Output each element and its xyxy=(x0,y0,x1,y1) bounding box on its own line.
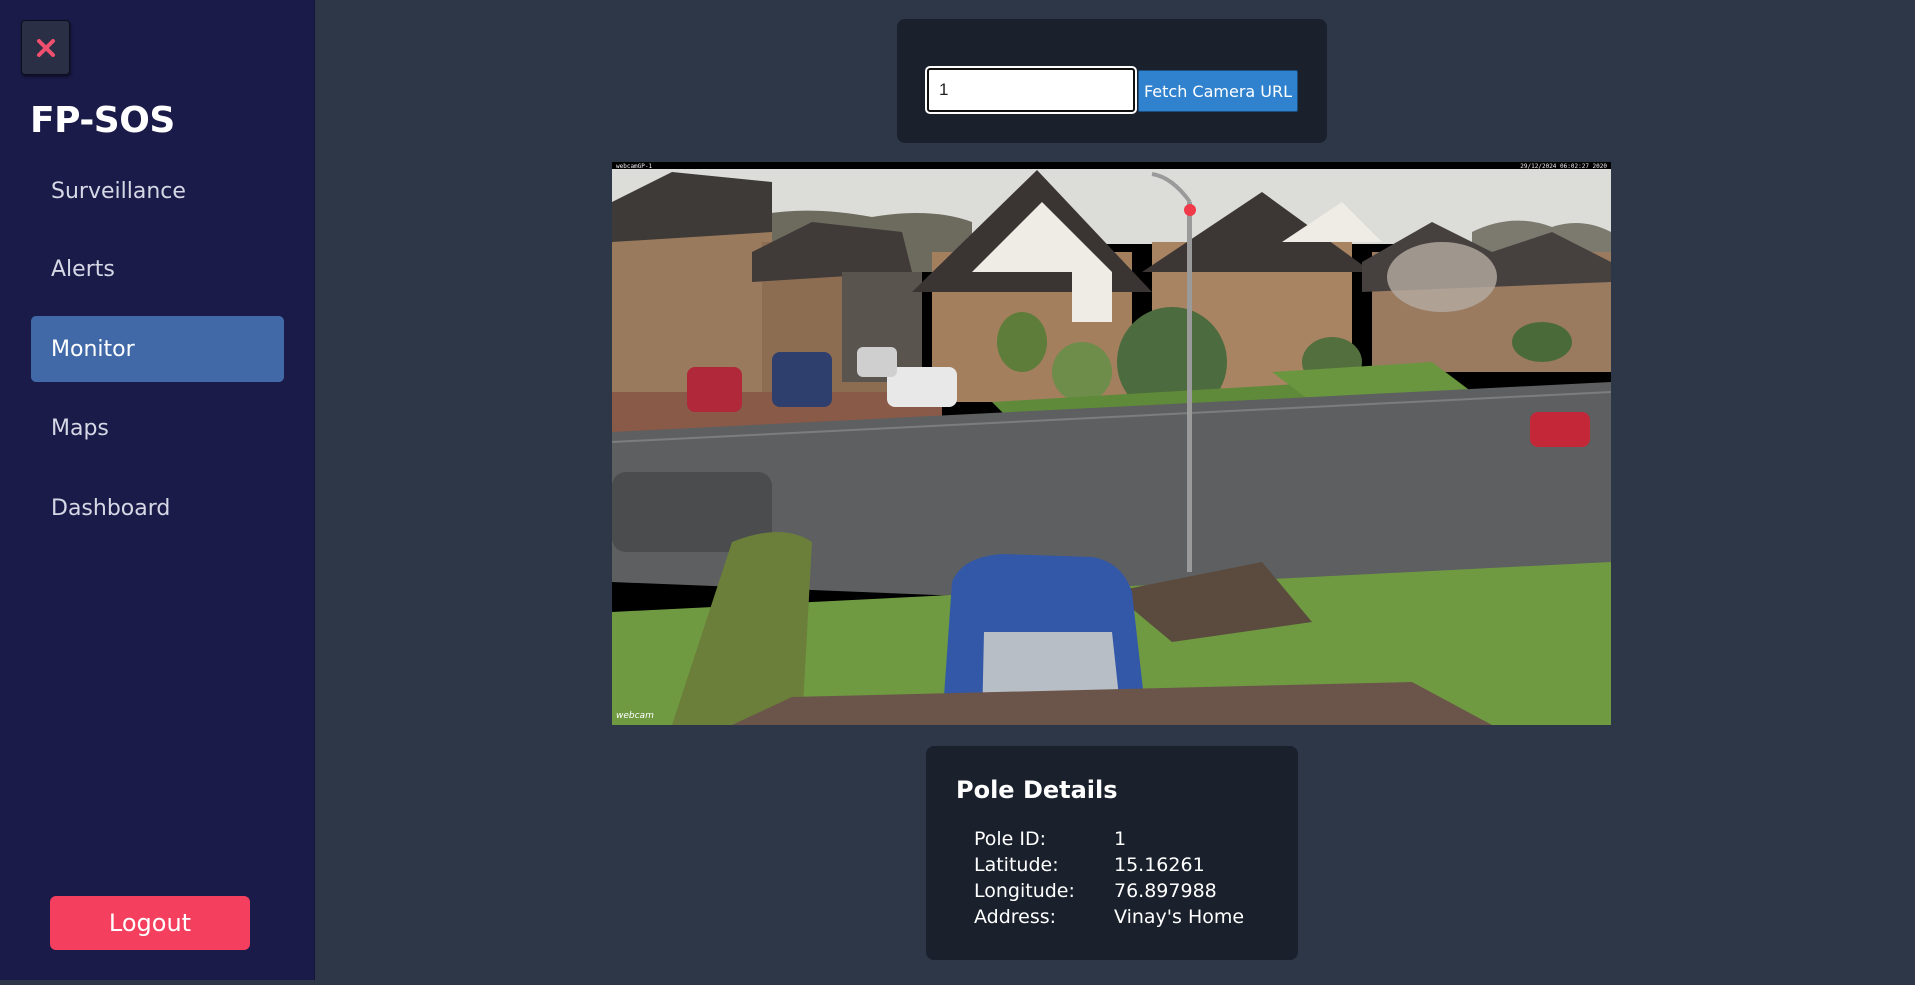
camera-watermark: webcam xyxy=(616,711,654,721)
camera-feed: webcamGP-1 29/12/2024 06:02:27 2020 webc… xyxy=(612,162,1611,725)
camera-osd-timestamp: 29/12/2024 06:02:27 2020 xyxy=(1520,163,1607,170)
sidebar-item-alerts[interactable]: Alerts xyxy=(31,236,284,302)
sidebar-item-monitor[interactable]: Monitor xyxy=(31,316,284,382)
logout-button[interactable]: Logout xyxy=(50,896,250,950)
pole-details-table: Pole ID: 1 Latitude: 15.16261 Longitude:… xyxy=(974,826,1244,930)
close-icon xyxy=(36,38,55,57)
pole-details-title: Pole Details xyxy=(956,776,1118,804)
pole-details-card: Pole Details Pole ID: 1 Latitude: 15.162… xyxy=(926,746,1298,960)
detail-key: Longitude: xyxy=(974,880,1075,902)
fetch-camera-panel: Fetch Camera URL xyxy=(897,19,1327,143)
brand-title: FP-SOS xyxy=(30,100,175,141)
detail-key: Address: xyxy=(974,906,1057,928)
detail-row-pole-id: Pole ID: 1 xyxy=(974,826,1244,852)
detail-key: Latitude: xyxy=(974,854,1059,876)
sidebar-item-dashboard[interactable]: Dashboard xyxy=(31,475,284,541)
fetch-camera-url-button[interactable]: Fetch Camera URL xyxy=(1138,70,1298,112)
detail-key: Pole ID: xyxy=(974,828,1047,850)
detail-row-address: Address: Vinay's Home xyxy=(974,904,1244,930)
sidebar-item-surveillance[interactable]: Surveillance xyxy=(31,158,284,224)
detail-value: 15.16261 xyxy=(1114,854,1205,876)
sidebar: FP-SOS Surveillance Alerts Monitor Maps … xyxy=(0,0,315,980)
sidebar-item-maps[interactable]: Maps xyxy=(31,395,284,461)
camera-feed-image xyxy=(612,162,1611,725)
camera-osd-left: webcamGP-1 xyxy=(616,163,653,170)
detail-value: 76.897988 xyxy=(1114,880,1217,902)
detail-value: Vinay's Home xyxy=(1114,906,1245,928)
close-sidebar-button[interactable] xyxy=(21,20,70,75)
pole-id-input[interactable] xyxy=(925,66,1137,114)
detail-value: 1 xyxy=(1114,828,1127,850)
detail-row-longitude: Longitude: 76.897988 xyxy=(974,878,1244,904)
detail-row-latitude: Latitude: 15.16261 xyxy=(974,852,1244,878)
